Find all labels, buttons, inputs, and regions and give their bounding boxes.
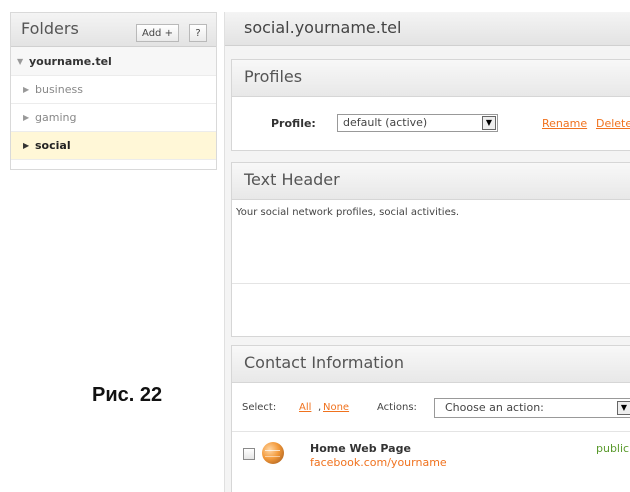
select-label: Select:	[242, 402, 277, 413]
contact-title: Contact Information	[244, 353, 404, 372]
help-button[interactable]: ?	[189, 24, 207, 42]
contact-section: Contact Information Select: All , None A…	[231, 345, 630, 492]
actions-select[interactable]: Choose an action: ▼	[434, 398, 630, 418]
tree-root-label: yourname.tel	[29, 54, 112, 68]
delete-link[interactable]: Delete	[596, 117, 630, 130]
profile-label: Profile:	[271, 117, 316, 130]
tree-item-social[interactable]: ▶ social	[11, 132, 216, 160]
select-none-link[interactable]: None	[323, 402, 349, 413]
profiles-header: Profiles	[232, 60, 630, 97]
page-title: social.yourname.tel	[244, 18, 402, 37]
tree-item-label: business	[35, 83, 83, 96]
actions-label: Actions:	[377, 402, 417, 413]
collapsed-arrow-icon: ▶	[23, 141, 30, 150]
chevron-down-icon[interactable]: ▼	[617, 401, 630, 415]
folders-title: Folders	[21, 19, 79, 38]
globe-icon	[262, 442, 284, 464]
main-header: social.yourname.tel	[225, 12, 630, 46]
tree-item-gaming[interactable]: ▶ gaming	[11, 104, 216, 132]
rename-link[interactable]: Rename	[542, 117, 587, 130]
text-header-header: Text Header	[232, 163, 630, 200]
profiles-title: Profiles	[244, 67, 303, 86]
select-all-link[interactable]: All	[299, 402, 311, 413]
contact-header: Contact Information	[232, 346, 630, 383]
contact-item-url[interactable]: facebook.com/yourname	[310, 456, 447, 469]
tree-item-business[interactable]: ▶ business	[11, 76, 216, 104]
contact-actions-row: Select: All , None Actions: Choose an ac…	[232, 383, 630, 432]
profile-row: Profile: default (active) ▼ Rename Delet…	[232, 97, 630, 151]
add-folder-button[interactable]: Add +	[136, 24, 179, 42]
main-panel: social.yourname.tel Profiles Profile: de…	[224, 12, 630, 492]
separator-comma: ,	[318, 402, 322, 413]
chevron-down-icon[interactable]: ▼	[482, 116, 496, 130]
profiles-section: Profiles Profile: default (active) ▼ Ren…	[231, 59, 630, 151]
contact-item-row: Home Web Page facebook.com/yourname publ…	[232, 432, 630, 476]
text-header-footer	[232, 284, 630, 329]
text-header-section: Text Header Your social network profiles…	[231, 162, 630, 337]
folders-panel: Folders Add + ? ▼ yourname.tel ▶ busines…	[10, 12, 217, 170]
tree-item-label: gaming	[35, 111, 77, 124]
contact-item-title: Home Web Page	[310, 442, 411, 455]
profile-select-value: default (active)	[343, 116, 428, 129]
figure-caption: Рис. 22	[92, 384, 163, 406]
contact-checkbox[interactable]	[243, 448, 255, 460]
collapsed-arrow-icon: ▶	[23, 85, 30, 94]
text-header-content: Your social network profiles, social act…	[236, 207, 460, 218]
folders-header: Folders Add + ?	[11, 13, 216, 47]
contact-item-status: public	[596, 442, 630, 455]
collapsed-arrow-icon: ▶	[23, 113, 30, 122]
tree-item-label: social	[35, 139, 71, 152]
text-header-title: Text Header	[244, 170, 340, 189]
tree-root-item[interactable]: ▼ yourname.tel	[11, 47, 216, 76]
expand-down-icon[interactable]: ▼	[17, 57, 29, 66]
profile-select[interactable]: default (active) ▼	[337, 114, 498, 132]
actions-select-value: Choose an action:	[445, 401, 544, 414]
text-header-body[interactable]: Your social network profiles, social act…	[232, 200, 630, 284]
